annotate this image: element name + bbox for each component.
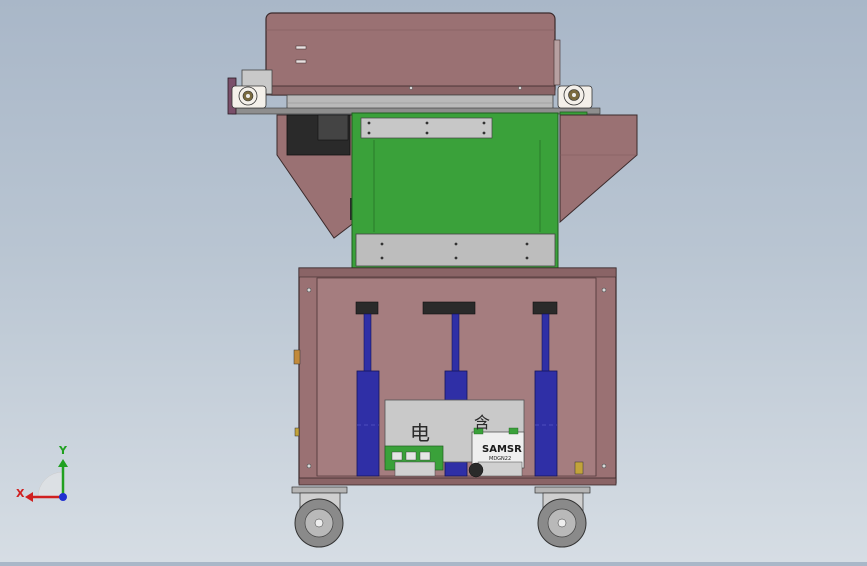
- right-hopper: [548, 114, 638, 224]
- x-axis-label: X: [16, 487, 25, 500]
- caster-wheel-left: [291, 486, 348, 548]
- hood-slot-bottom: [295, 59, 307, 64]
- brand-label: SAMSR: [482, 444, 522, 455]
- caster-wheel-right: [534, 486, 591, 548]
- cad-viewport[interactable]: SAMSR MDGN22 电 含 X Y: [0, 0, 867, 562]
- green-feed-panel: [351, 112, 559, 292]
- axis-triad[interactable]: X Y: [16, 444, 68, 502]
- glyph-left: 电: [410, 421, 430, 445]
- glyph-right: 含: [474, 413, 490, 432]
- z-axis-dot: [59, 493, 67, 501]
- y-axis-label: Y: [58, 444, 68, 457]
- side-connector: [293, 349, 301, 365]
- machine-drawing: SAMSR MDGN22 电 含 X Y: [16, 12, 638, 548]
- left-hopper: [276, 114, 356, 239]
- model-label: MDGN22: [489, 456, 511, 462]
- top-hood: [265, 12, 561, 96]
- hood-slot-top: [295, 45, 307, 50]
